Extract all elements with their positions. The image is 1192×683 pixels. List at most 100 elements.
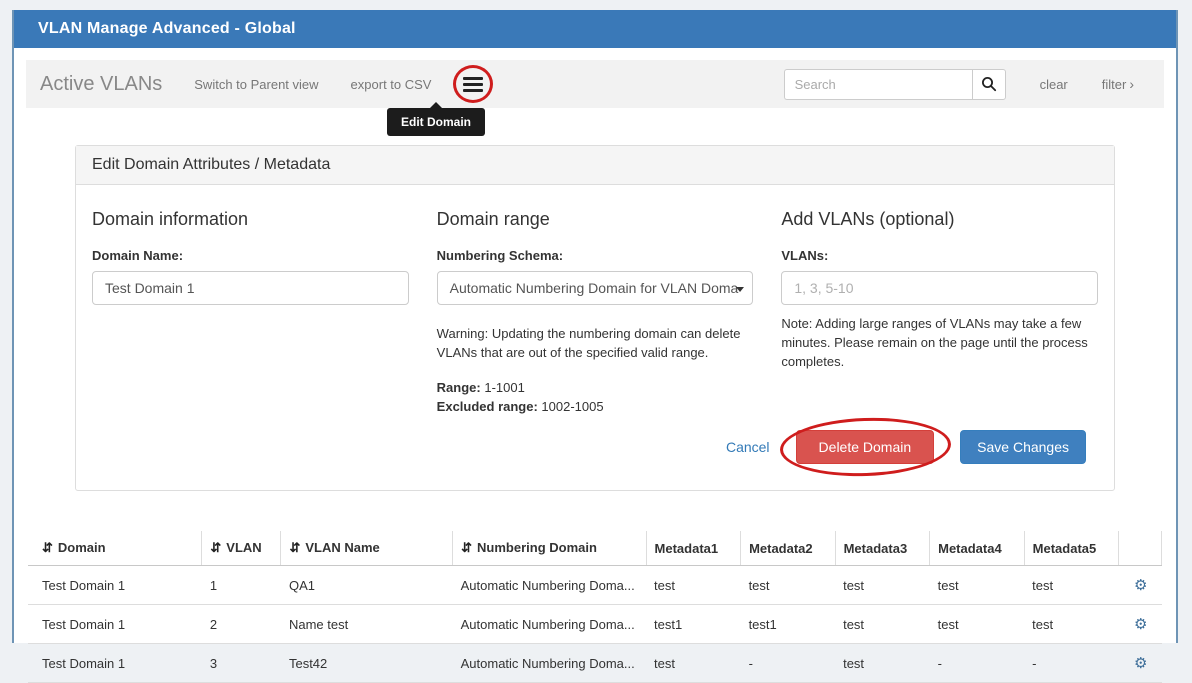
range-label: Range: [437,380,481,395]
table-row: Test Domain 13Test42Automatic Numbering … [28,644,1162,683]
table-cell: 3 [202,644,281,683]
table-cell: Test Domain 1 [28,605,202,644]
switch-to-parent-view-link[interactable]: Switch to Parent view [194,77,318,92]
table-cell: Name test [281,605,453,644]
excluded-range-label: Excluded range: [437,399,538,414]
sort-icon: ⇵ [289,540,300,555]
gear-icon[interactable]: ⚙ [1134,616,1147,633]
sort-icon: ⇵ [461,540,472,555]
table-cell: test [835,605,930,644]
vlan-table: ⇵Domain⇵VLAN⇵VLAN Name⇵Numbering DomainM… [28,531,1162,683]
column-header[interactable]: ⇵Numbering Domain [453,531,646,566]
table-cell: test1 [646,605,741,644]
table-cell: test [741,566,836,605]
gear-icon[interactable]: ⚙ [1134,577,1147,594]
page-title-bar: VLAN Manage Advanced - Global [14,10,1176,48]
add-vlans-section: Add VLANs (optional) VLANs: Note: Adding… [781,209,1098,416]
vlans-note-text: Note: Adding large ranges of VLANs may t… [781,315,1098,372]
edit-domain-panel: Edit Domain Attributes / Metadata Domain… [75,145,1115,491]
table-cell: test [1024,605,1119,644]
table-cell: 2 [202,605,281,644]
sort-icon: ⇵ [42,540,53,555]
dropdown-caret-icon [736,287,744,292]
search-icon [981,76,997,92]
edit-domain-menu-button[interactable] [461,74,485,94]
column-header[interactable]: ⇵VLAN Name [281,531,453,566]
column-header: Metadata5 [1024,531,1119,566]
app-window: VLAN Manage Advanced - Global Active VLA… [12,10,1178,643]
add-vlans-heading: Add VLANs (optional) [781,209,1098,230]
table-cell: 1 [202,566,281,605]
domain-name-input[interactable] [92,271,409,305]
column-header: Metadata1 [646,531,741,566]
numbering-warning-text: Warning: Updating the numbering domain c… [437,325,754,363]
column-header: Metadata4 [930,531,1025,566]
column-header[interactable]: ⇵VLAN [202,531,281,566]
page-title: VLAN Manage Advanced - Global [38,20,296,38]
row-actions-cell: ⚙ [1119,566,1162,605]
save-changes-button[interactable]: Save Changes [960,430,1086,464]
delete-domain-button[interactable]: Delete Domain [796,430,935,464]
numbering-schema-label: Numbering Schema: [437,248,754,263]
table-cell: test [930,566,1025,605]
table-cell: test1 [741,605,836,644]
table-cell: QA1 [281,566,453,605]
export-to-csv-link[interactable]: export to CSV [351,77,432,92]
range-line: Range: 1-1001 [437,379,754,398]
table-body: Test Domain 11QA1Automatic Numbering Dom… [28,566,1162,683]
panel-title: Edit Domain Attributes / Metadata [76,146,1114,185]
table-cell: - [930,644,1025,683]
column-header: Metadata2 [741,531,836,566]
table-cell: Automatic Numbering Doma... [453,644,646,683]
table-header-row: ⇵Domain⇵VLAN⇵VLAN Name⇵Numbering DomainM… [28,531,1162,566]
column-header: Metadata3 [835,531,930,566]
table-cell: Test Domain 1 [28,566,202,605]
excluded-range-line: Excluded range: 1002-1005 [437,398,754,417]
search-group [784,69,1006,100]
domain-name-label: Domain Name: [92,248,409,263]
hamburger-icon [463,77,483,80]
cancel-link[interactable]: Cancel [726,439,770,455]
table-cell: Automatic Numbering Doma... [453,566,646,605]
gear-icon[interactable]: ⚙ [1134,655,1147,672]
clear-link[interactable]: clear [1040,77,1068,92]
domain-range-section: Domain range Numbering Schema: Automatic… [437,209,754,416]
table-cell: test [1024,566,1119,605]
vlans-label: VLANs: [781,248,1098,263]
actions-column-header [1119,531,1162,566]
table-cell: Automatic Numbering Doma... [453,605,646,644]
domain-information-section: Domain information Domain Name: [92,209,409,416]
table-cell: test [646,644,741,683]
table-cell: - [1024,644,1119,683]
search-input[interactable] [784,69,972,100]
tooltip-label: Edit Domain [401,115,471,129]
row-actions-cell: ⚙ [1119,605,1162,644]
table-cell: test [930,605,1025,644]
sort-icon: ⇵ [210,540,221,555]
domain-range-heading: Domain range [437,209,754,230]
toolbar: Active VLANs Switch to Parent view expor… [26,60,1164,108]
filter-link[interactable]: filter› [1102,76,1134,92]
panel-actions: Cancel Delete Domain Save Changes [92,430,1098,464]
tooltip-arrow [430,102,442,108]
search-button[interactable] [972,69,1006,100]
table-row: Test Domain 11QA1Automatic Numbering Dom… [28,566,1162,605]
table-cell: Test42 [281,644,453,683]
excluded-range-value: 1002-1005 [538,399,604,414]
active-vlans-heading: Active VLANs [40,73,162,96]
range-value: 1-1001 [481,380,525,395]
numbering-schema-value: Automatic Numbering Domain for VLAN Doma [450,280,739,296]
column-header[interactable]: ⇵Domain [28,531,202,566]
table-cell: - [741,644,836,683]
domain-information-heading: Domain information [92,209,409,230]
table-row: Test Domain 12Name testAutomatic Numberi… [28,605,1162,644]
edit-domain-tooltip: Edit Domain [387,108,485,136]
numbering-schema-select[interactable]: Automatic Numbering Domain for VLAN Doma [437,271,754,305]
table-cell: test [835,566,930,605]
vlans-input[interactable] [781,271,1098,305]
table-cell: test [646,566,741,605]
chevron-right-icon: › [1129,76,1134,92]
table-cell: Test Domain 1 [28,644,202,683]
row-actions-cell: ⚙ [1119,644,1162,683]
table-cell: test [835,644,930,683]
